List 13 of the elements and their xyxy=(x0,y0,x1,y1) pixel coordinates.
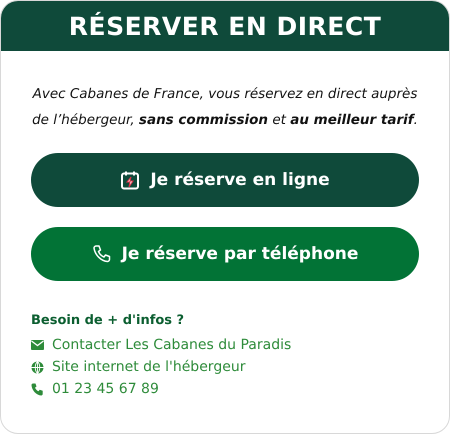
globe-icon xyxy=(31,360,44,374)
info-link[interactable]: 01 23 45 67 89 xyxy=(52,381,159,397)
envelope-icon xyxy=(31,340,44,350)
calendar-icon xyxy=(120,170,140,190)
book-phone-button[interactable]: Je réserve par téléphone xyxy=(31,227,419,281)
phone-icon xyxy=(31,382,44,396)
info-link[interactable]: Site internet de l'hébergeur xyxy=(52,359,246,375)
phone-icon xyxy=(92,244,112,264)
intro-text: Avec Cabanes de France, vous réservez en direct auprès de l’hébergeur, sans commission et au meilleur tarif. xyxy=(31,85,419,130)
info-heading: Besoin de + d'infos ? xyxy=(31,313,186,328)
info-link[interactable]: Contacter Les Cabanes du Paradis xyxy=(52,337,292,353)
book-online-button[interactable]: Je réserve en ligne xyxy=(31,153,419,207)
header-title: RÉSERVER EN DIRECT xyxy=(68,12,382,40)
